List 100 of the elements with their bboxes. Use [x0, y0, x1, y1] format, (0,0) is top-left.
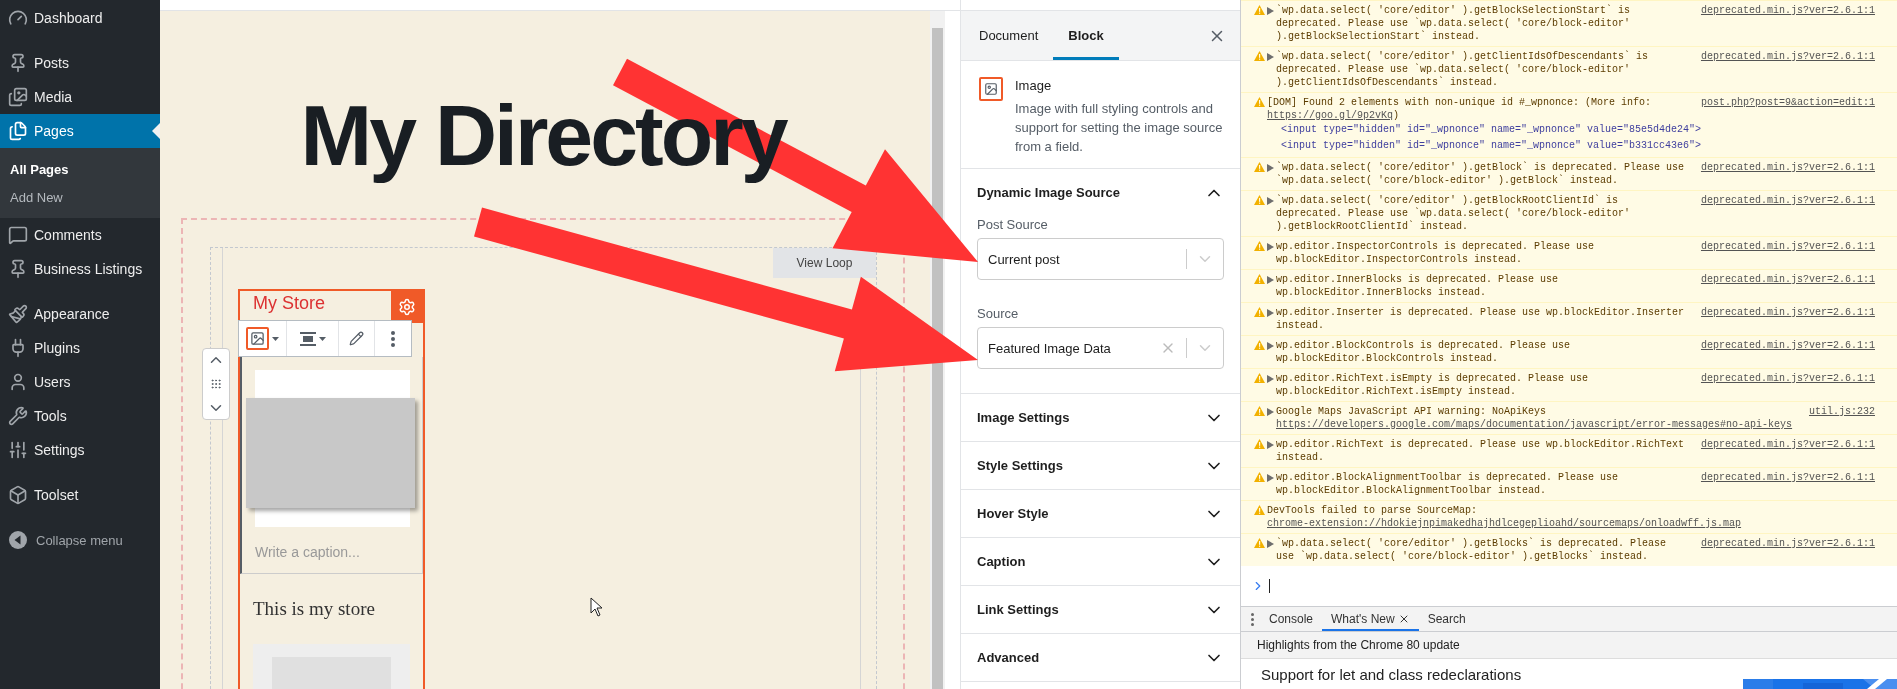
settings-icon: [398, 298, 416, 316]
message-text: `wp.data.select( 'core/editor' ).getBlockSelectionStart` is deprecated. Please use `wp.data.select( 'core/block-editor' ).getBlockSelectionStart` instead.: [1276, 4, 1632, 43]
paragraph-text: This is my store: [252, 597, 376, 621]
panel-header[interactable]: Advanced: [961, 634, 1240, 681]
align-center-icon: [299, 331, 316, 346]
drawer-tab[interactable]: Search: [1418, 607, 1475, 631]
submenu-item[interactable]: All Pages: [0, 155, 160, 183]
caret-icon: [318, 336, 326, 341]
panel-header[interactable]: Image Settings: [961, 394, 1240, 441]
menu-item[interactable]: Media: [0, 80, 160, 114]
menu-icon: [8, 440, 28, 460]
menu-icon: [8, 372, 28, 392]
panel-header[interactable]: Caption: [961, 538, 1240, 585]
warning-icon: [1254, 439, 1265, 449]
message-text: wp.editor.Inserter is deprecated. Please use wp.blockEditor.Inserter instead.: [1276, 306, 1686, 332]
image-icon: [246, 327, 269, 350]
source-link[interactable]: deprecated.min.js?ver=2.6.1:1: [1700, 306, 1875, 319]
expand-triangle-icon[interactable]: [1267, 7, 1274, 15]
message-text: [DOM] Found 2 elements with non-unique id #_wpnonce: (More info: https://goo.gl/9p2vKq): [1267, 96, 1653, 122]
source-link[interactable]: post.php?post=9&action=edit:1: [1700, 96, 1875, 109]
warning-icon: [1254, 406, 1265, 416]
expand-triangle-icon[interactable]: [1267, 342, 1274, 350]
message-text: wp.editor.BlockAlignmentToolbar is deprecated. Please use wp.blockEditor.BlockAlignmentToolbar instead.: [1276, 471, 1620, 497]
menu-item[interactable]: Appearance: [0, 297, 160, 331]
source-link[interactable]: deprecated.min.js?ver=2.6.1:1: [1700, 161, 1875, 174]
warning-icon: [1254, 162, 1265, 172]
html-element-line: <input type="hidden" id="_wpnonce" name="_wpnonce" value="b331cc43e6">: [1280, 139, 1702, 153]
expand-triangle-icon[interactable]: [1267, 164, 1274, 172]
sidebar-tab[interactable]: Block: [1053, 11, 1119, 60]
select-field[interactable]: Featured Image Data: [977, 327, 1224, 369]
source-link[interactable]: deprecated.min.js?ver=2.6.1:1: [1700, 194, 1875, 207]
menu-icon: [8, 225, 28, 245]
expand-triangle-icon[interactable]: [1267, 197, 1274, 205]
drag-handle[interactable]: [210, 378, 222, 390]
panel-header[interactable]: Dynamic Image Source: [961, 169, 1240, 216]
source-link[interactable]: deprecated.min.js?ver=2.6.1:1: [1700, 471, 1875, 484]
warning-icon: [1254, 538, 1265, 548]
select-field[interactable]: Current post: [977, 238, 1224, 280]
submenu-item[interactable]: Add New: [0, 183, 160, 211]
source-link[interactable]: deprecated.min.js?ver=2.6.1:1: [1700, 537, 1875, 550]
source-link[interactable]: deprecated.min.js?ver=2.6.1:1: [1700, 372, 1875, 385]
source-link[interactable]: deprecated.min.js?ver=2.6.1:1: [1700, 50, 1875, 63]
more-icon[interactable]: [1251, 612, 1254, 626]
panel-header[interactable]: Hover Style: [961, 490, 1240, 537]
warning-icon: [1254, 373, 1265, 383]
menu-item[interactable]: Plugins: [0, 331, 160, 365]
warning-icon: [1254, 241, 1265, 251]
menu-icon: [8, 485, 28, 505]
warning-icon: [1254, 195, 1265, 205]
field-label: Post Source: [977, 216, 1049, 234]
expand-triangle-icon[interactable]: [1267, 243, 1274, 251]
menu-item[interactable]: Toolset: [0, 478, 160, 512]
article-title: Support for let and class redeclarations: [1261, 666, 1522, 685]
whats-new-heading: Highlights from the Chrome 80 update: [1241, 632, 1897, 659]
expand-triangle-icon[interactable]: [1267, 53, 1274, 61]
settings-button[interactable]: [391, 291, 423, 323]
html-element-line: <input type="hidden" id="_wpnonce" name="_wpnonce" value="85e5d4de24">: [1280, 123, 1702, 137]
menu-item[interactable]: Comments: [0, 218, 160, 252]
menu-item[interactable]: Dashboard: [0, 1, 160, 35]
url-link[interactable]: https://developers.google.com/maps/documentation/javascript/error-messages#no-api-keys: [1276, 419, 1793, 430]
source-link[interactable]: deprecated.min.js?ver=2.6.1:1: [1700, 240, 1875, 253]
url-link[interactable]: https://goo.gl/9p2vKq: [1267, 110, 1394, 121]
menu-icon: [8, 259, 28, 279]
panel-header[interactable]: Link Settings: [961, 586, 1240, 633]
expand-triangle-icon[interactable]: [1267, 474, 1274, 482]
expand-triangle-icon[interactable]: [1267, 408, 1274, 416]
source-link[interactable]: deprecated.min.js?ver=2.6.1:1: [1700, 4, 1875, 17]
source-link[interactable]: deprecated.min.js?ver=2.6.1:1: [1700, 438, 1875, 451]
drawer-tab[interactable]: Console: [1260, 607, 1323, 631]
message-text: wp.editor.BlockControls is deprecated. Please use wp.blockEditor.BlockControls instead.: [1276, 339, 1572, 365]
panel-header[interactable]: Style Settings: [961, 442, 1240, 489]
menu-item[interactable]: Tools: [0, 399, 160, 433]
menu-item[interactable]: Pages: [0, 114, 160, 148]
url-link[interactable]: chrome-extension://hdokiejnpimakedhajhdlcegeplioahd/sourcemaps/onloadwff.js.map: [1267, 518, 1742, 529]
select-value: Featured Image Data: [988, 340, 1112, 356]
message-text: `wp.data.select( 'core/editor' ).getBlocks` is deprecated. Please use `wp.data.select( 'core/block-editor' ).getBlocks` instead.: [1276, 537, 1668, 563]
view-loop-button[interactable]: View Loop: [773, 248, 876, 278]
source-link[interactable]: deprecated.min.js?ver=2.6.1:1: [1700, 273, 1875, 286]
menu-item[interactable]: Settings: [0, 433, 160, 467]
store-title: My Store: [253, 293, 326, 313]
expand-triangle-icon[interactable]: [1267, 375, 1274, 383]
expand-triangle-icon[interactable]: [1267, 276, 1274, 284]
expand-triangle-icon[interactable]: [1267, 309, 1274, 317]
message-text: DevTools failed to parse SourceMap: chrome-extension://hdokiejnpimakedhajhdlcegeplioahd/sourcemaps/onloadwff.js.map: [1267, 504, 1743, 530]
more-icon: [391, 330, 395, 347]
warning-icon: [1254, 307, 1265, 317]
menu-icon: [8, 406, 28, 426]
sidebar-tab[interactable]: Document: [964, 11, 1054, 60]
message-text: wp.editor.RichText is deprecated. Please use wp.blockEditor.RichText instead.: [1276, 438, 1686, 464]
menu-item[interactable]: Users: [0, 365, 160, 399]
source-link[interactable]: deprecated.min.js?ver=2.6.1:1: [1700, 339, 1875, 352]
warning-icon: [1254, 505, 1265, 515]
panel-title: Dynamic Image Source: [977, 185, 1121, 200]
menu-item[interactable]: Posts: [0, 46, 160, 80]
collapse-menu-button[interactable]: Collapse menu: [0, 523, 160, 557]
expand-triangle-icon[interactable]: [1267, 540, 1274, 548]
expand-triangle-icon[interactable]: [1267, 441, 1274, 449]
source-link[interactable]: util.js:232: [1809, 405, 1875, 418]
menu-item[interactable]: Business Listings: [0, 252, 160, 286]
warning-icon: [1254, 5, 1265, 15]
